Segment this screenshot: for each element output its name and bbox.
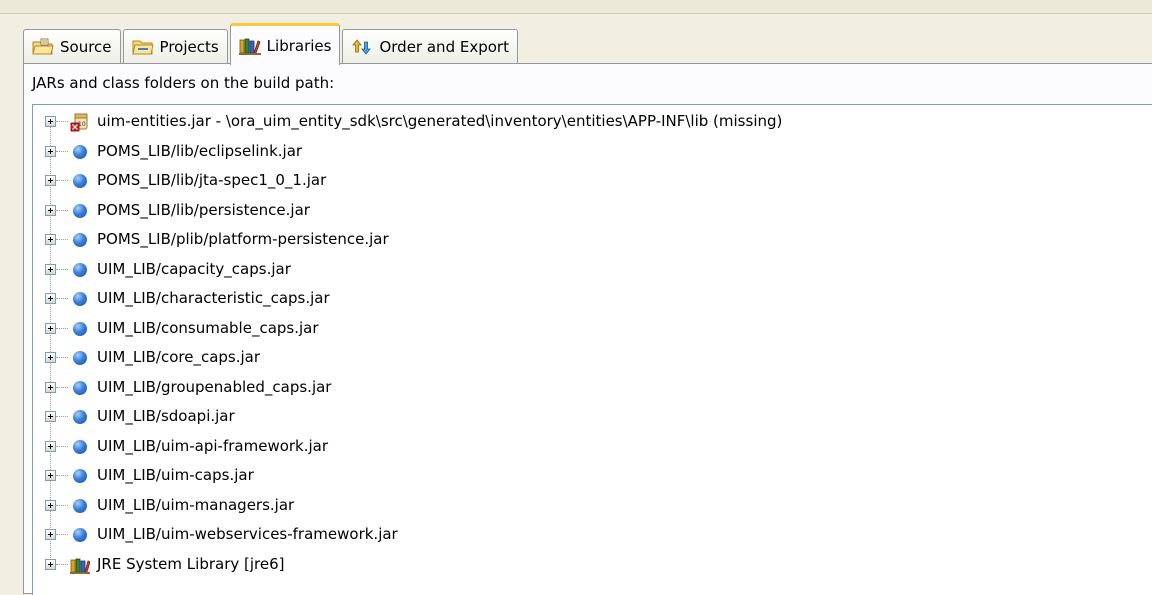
tree-connector (56, 327, 68, 329)
expand-icon[interactable] (45, 145, 56, 157)
tree-item-label: JRE System Library [jre6] (97, 554, 285, 573)
variable-jar-icon (73, 203, 87, 218)
tree-connector (56, 475, 68, 476)
tree-connector (56, 298, 68, 299)
expand-icon[interactable] (45, 529, 56, 540)
tab-source-label: Source (60, 38, 112, 56)
tree-item-label: UIM_LIB/uim-managers.jar (97, 495, 295, 514)
tree-item-jar[interactable]: UIM_LIB/uim-webservices-framework.jar (33, 520, 1133, 549)
build-path-tabs: Source Projects Libraries Order and Expo… (23, 22, 520, 65)
tab-libraries-label: Libraries (266, 36, 332, 55)
build-path-label: JARs and class folders on the build path… (32, 74, 335, 92)
tab-order-and-export[interactable]: Order and Export (342, 29, 518, 64)
tree-connector (56, 563, 68, 565)
variable-jar-icon (73, 292, 87, 306)
tree-item-label: UIM_LIB/consumable_caps.jar (97, 318, 319, 337)
tree-item-label: UIM_LIB/uim-api-framework.jar (97, 436, 329, 455)
tab-projects[interactable]: Projects (122, 29, 228, 64)
missing-jar-icon: 10 (70, 113, 88, 132)
window-top-strip (0, 0, 1152, 14)
tree-connector (56, 121, 68, 122)
expand-icon[interactable] (45, 352, 56, 363)
tree-connector (56, 416, 68, 417)
tree-item-label: POMS_LIB/plib/platform-persistence.jar (97, 230, 389, 248)
tree-item-label: UIM_LIB/core_caps.jar (97, 348, 261, 366)
tree-item-label: POMS_LIB/lib/eclipselink.jar (97, 141, 303, 160)
build-path-properties-frame: Source Projects Libraries Order and Expo… (0, 14, 1152, 595)
projects-folder-icon (131, 40, 154, 55)
tree-item-jar[interactable]: UIM_LIB/capacity_caps.jar (33, 255, 1133, 284)
tree-item-label: UIM_LIB/sdoapi.jar (97, 407, 235, 425)
expand-icon[interactable] (45, 558, 56, 570)
tree-item-jar[interactable]: UIM_LIB/groupenabled_caps.jar (33, 373, 1133, 402)
order-export-icon (352, 39, 372, 55)
tree-connector (56, 209, 68, 211)
tree-connector (56, 357, 68, 358)
tree-item-label: UIM_LIB/characteristic_caps.jar (97, 289, 330, 307)
libraries-tree[interactable]: 10 uim-entities.jar - \ora_uim_entity_sd… (32, 104, 1152, 595)
tree-connector (56, 534, 68, 535)
variable-jar-icon (73, 528, 87, 542)
tree-item-jar[interactable]: UIM_LIB/uim-managers.jar (33, 491, 1133, 520)
variable-jar-icon (73, 498, 87, 513)
tree-connector (56, 239, 68, 240)
variable-jar-icon (73, 351, 87, 365)
tab-libraries[interactable]: Libraries (229, 23, 341, 65)
expand-icon[interactable] (45, 263, 56, 275)
libraries-icon (238, 38, 261, 55)
expand-icon[interactable] (45, 381, 56, 393)
tree-item-jar[interactable]: POMS_LIB/lib/persistence.jar (33, 196, 1133, 225)
tree-item-jar[interactable]: POMS_LIB/lib/eclipselink.jar (33, 137, 1133, 166)
tree-item-label: UIM_LIB/uim-caps.jar (97, 466, 254, 484)
variable-jar-icon (73, 380, 87, 395)
variable-jar-icon (73, 262, 87, 277)
library-icon (70, 558, 90, 574)
tree-item-label: UIM_LIB/groupenabled_caps.jar (97, 377, 332, 396)
expand-icon[interactable] (45, 322, 56, 334)
tree-connector (56, 180, 68, 181)
tree-connector (56, 504, 68, 506)
tree-item-jar[interactable]: POMS_LIB/lib/jta-spec1_0_1.jar (33, 166, 1133, 195)
variable-jar-icon (73, 439, 87, 454)
tree-item-missing-jar[interactable]: 10 uim-entities.jar - \ora_uim_entity_sd… (33, 107, 1133, 136)
tree-connector (56, 150, 68, 152)
tab-source[interactable]: Source (23, 29, 121, 64)
tree-item-label: UIM_LIB/uim-webservices-framework.jar (97, 525, 398, 543)
tree-item-label: POMS_LIB/lib/jta-spec1_0_1.jar (97, 171, 327, 189)
tab-projects-label: Projects (159, 38, 219, 56)
tree-connector (56, 445, 68, 447)
expand-icon[interactable] (45, 116, 56, 127)
expand-icon[interactable] (45, 440, 56, 452)
expand-icon[interactable] (45, 204, 56, 216)
tree-connector (56, 386, 68, 388)
expand-icon[interactable] (45, 293, 56, 304)
tree-item-jar[interactable]: UIM_LIB/uim-api-framework.jar (33, 432, 1133, 461)
expand-icon[interactable] (45, 175, 56, 186)
tree-connector (56, 268, 68, 270)
expand-icon[interactable] (45, 470, 56, 481)
variable-jar-icon (73, 410, 87, 424)
variable-jar-icon (73, 233, 87, 247)
expand-icon[interactable] (45, 499, 56, 511)
variable-jar-icon (73, 174, 87, 188)
tree-item-jar[interactable]: UIM_LIB/sdoapi.jar (33, 402, 1133, 431)
tree-item-jar[interactable]: UIM_LIB/core_caps.jar (33, 343, 1133, 372)
tree-item-jar[interactable]: UIM_LIB/uim-caps.jar (33, 461, 1133, 490)
tree-item-jar[interactable]: POMS_LIB/plib/platform-persistence.jar (33, 225, 1133, 254)
tree-item-label: UIM_LIB/capacity_caps.jar (97, 259, 291, 278)
expand-icon[interactable] (45, 234, 56, 245)
tree-item-jar[interactable]: UIM_LIB/characteristic_caps.jar (33, 284, 1133, 313)
tree-item-label: POMS_LIB/lib/persistence.jar (97, 200, 310, 219)
expand-icon[interactable] (45, 411, 56, 422)
libraries-panel: JARs and class folders on the build path… (23, 63, 1152, 595)
tree-item-jar[interactable]: UIM_LIB/consumable_caps.jar (33, 314, 1133, 343)
variable-jar-icon (73, 144, 87, 159)
tree-item-jre-library[interactable]: JRE System Library [jre6] (33, 550, 1133, 579)
variable-jar-icon (73, 321, 87, 336)
variable-jar-icon (73, 469, 87, 483)
tab-order-and-export-label: Order and Export (379, 38, 509, 56)
tree-item-label: uim-entities.jar - \ora_uim_entity_sdk\s… (97, 112, 783, 130)
source-folder-icon (32, 38, 54, 55)
